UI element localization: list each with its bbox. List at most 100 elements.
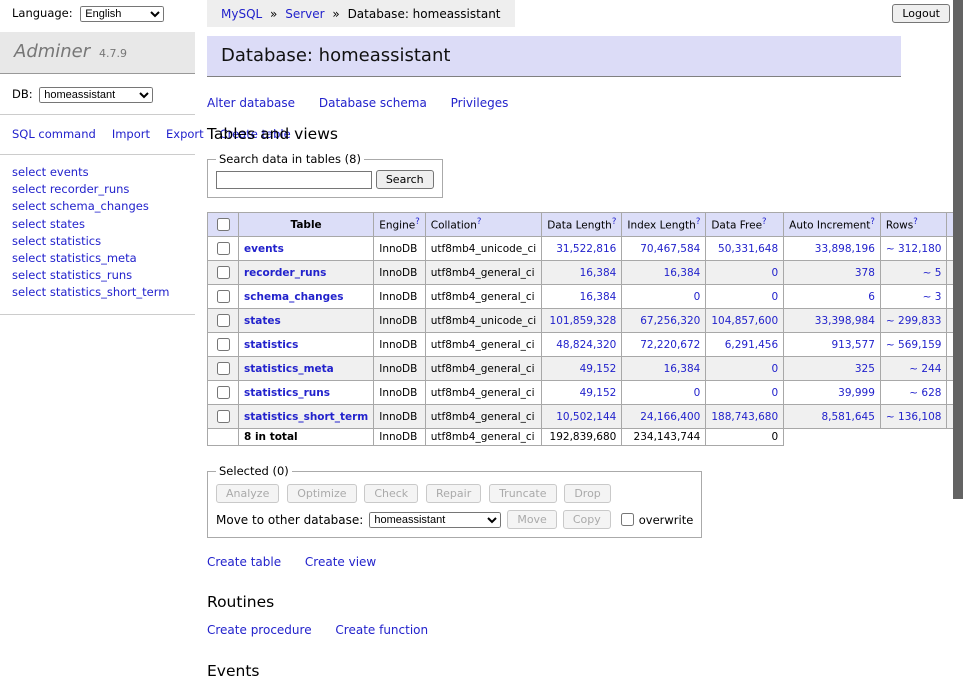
sidebar-table-link-schema_changes[interactable]: schema_changes [50, 199, 149, 213]
index-length-link[interactable]: 16,384 [664, 363, 701, 375]
row-checkbox[interactable] [217, 386, 230, 399]
scrollbar-thumb[interactable] [953, 0, 963, 499]
table-name-link[interactable]: events [244, 243, 284, 255]
auto-increment-link[interactable]: 325 [855, 363, 875, 375]
sidebar-table-link-statistics_meta[interactable]: statistics_meta [50, 251, 137, 265]
table-name-link[interactable]: statistics_short_term [244, 411, 368, 423]
db-select[interactable]: homeassistant [39, 87, 153, 103]
index-length-link[interactable]: 24,166,400 [640, 411, 700, 423]
data-free-link[interactable]: 0 [771, 387, 778, 399]
select-link[interactable]: select [12, 285, 46, 299]
rows-count-link[interactable]: ~ 136,108 [886, 411, 942, 423]
row-checkbox[interactable] [217, 338, 230, 351]
auto-increment-link[interactable]: 913,577 [832, 339, 875, 351]
rows-count-link[interactable]: ~ 3 [923, 291, 942, 303]
data-free-link[interactable]: 104,857,600 [711, 315, 778, 327]
auto-increment-link[interactable]: 8,581,645 [821, 411, 874, 423]
breadcrumb-link-server[interactable]: Server [285, 7, 324, 21]
row-checkbox[interactable] [217, 314, 230, 327]
data-length-link[interactable]: 16,384 [580, 291, 617, 303]
column-help-link[interactable]: ? [415, 217, 420, 227]
table-name-link[interactable]: recorder_runs [244, 267, 326, 279]
data-length-link[interactable]: 16,384 [580, 267, 617, 279]
select-link[interactable]: select [12, 199, 46, 213]
logout-button[interactable]: Logout [892, 4, 950, 23]
privileges-link[interactable]: Privileges [451, 96, 509, 110]
rows-count-link[interactable]: ~ 5 [923, 267, 942, 279]
index-length-link[interactable]: 67,256,320 [640, 315, 700, 327]
create-function-link[interactable]: Create function [335, 623, 428, 637]
data-free-link[interactable]: 50,331,648 [718, 243, 778, 255]
row-checkbox[interactable] [217, 290, 230, 303]
auto-increment-link[interactable]: 33,398,984 [815, 315, 875, 327]
row-checkbox[interactable] [217, 410, 230, 423]
rows-count-link[interactable]: ~ 299,833 [886, 315, 942, 327]
data-length-link[interactable]: 49,152 [580, 387, 617, 399]
database-schema-link[interactable]: Database schema [319, 96, 427, 110]
sidebar-table-link-recorder_runs[interactable]: recorder_runs [50, 182, 130, 196]
select-all-checkbox[interactable] [217, 218, 230, 231]
column-help-link[interactable]: ? [696, 217, 701, 227]
scrollbar-track[interactable] [953, 0, 966, 543]
sidebar-table-link-events[interactable]: events [50, 165, 89, 179]
select-link[interactable]: select [12, 251, 46, 265]
auto-increment-link[interactable]: 33,898,196 [815, 243, 875, 255]
data-free-link[interactable]: 188,743,680 [711, 411, 778, 423]
column-help-link[interactable]: ? [477, 217, 482, 227]
table-name-link[interactable]: states [244, 315, 281, 327]
data-length-link[interactable]: 49,152 [580, 363, 617, 375]
column-help-link[interactable]: ? [762, 217, 767, 227]
select-link[interactable]: select [12, 182, 46, 196]
adminer-logo-text[interactable]: Adminer [14, 41, 90, 62]
sidebar-table-link-statistics[interactable]: statistics [50, 234, 101, 248]
breadcrumb-link-mysql[interactable]: MySQL [221, 7, 262, 21]
data-length-link[interactable]: 10,502,144 [556, 411, 616, 423]
create-table-link[interactable]: Create table [207, 555, 281, 569]
index-length-link[interactable]: 0 [694, 387, 701, 399]
index-length-link[interactable]: 0 [694, 291, 701, 303]
column-help-link[interactable]: ? [612, 217, 617, 227]
select-link[interactable]: select [12, 217, 46, 231]
rows-count-link[interactable]: ~ 628 [909, 387, 941, 399]
auto-increment-link[interactable]: 378 [855, 267, 875, 279]
column-help-link[interactable]: ? [913, 217, 918, 227]
row-checkbox[interactable] [217, 362, 230, 375]
create-procedure-link[interactable]: Create procedure [207, 623, 312, 637]
row-checkbox[interactable] [217, 242, 230, 255]
auto-increment-link[interactable]: 6 [868, 291, 875, 303]
data-free-link[interactable]: 6,291,456 [725, 339, 778, 351]
data-length-link[interactable]: 101,859,328 [550, 315, 617, 327]
auto-increment-link[interactable]: 39,999 [838, 387, 875, 399]
search-button[interactable]: Search [376, 170, 434, 189]
sidebar-table-link-statistics_short_term[interactable]: statistics_short_term [50, 285, 170, 299]
sidebar-link-sql-command[interactable]: SQL command [12, 127, 96, 141]
data-length-link[interactable]: 31,522,816 [556, 243, 616, 255]
data-free-link[interactable]: 0 [771, 291, 778, 303]
select-link[interactable]: select [12, 165, 46, 179]
select-link[interactable]: select [12, 234, 46, 248]
sidebar-table-link-statistics_runs[interactable]: statistics_runs [50, 268, 132, 282]
table-name-link[interactable]: schema_changes [244, 291, 344, 303]
data-free-link[interactable]: 0 [771, 267, 778, 279]
row-checkbox[interactable] [217, 266, 230, 279]
table-name-link[interactable]: statistics_meta [244, 363, 334, 375]
alter-database-link[interactable]: Alter database [207, 96, 295, 110]
data-free-link[interactable]: 0 [771, 363, 778, 375]
language-select[interactable]: English [80, 6, 164, 22]
index-length-link[interactable]: 16,384 [664, 267, 701, 279]
sidebar-link-import[interactable]: Import [112, 127, 150, 141]
table-name-link[interactable]: statistics_runs [244, 387, 330, 399]
index-length-link[interactable]: 72,220,672 [640, 339, 700, 351]
move-database-select[interactable]: homeassistant [369, 512, 501, 528]
rows-count-link[interactable]: ~ 244 [909, 363, 941, 375]
overwrite-checkbox[interactable] [621, 513, 634, 526]
rows-count-link[interactable]: ~ 312,180 [886, 243, 942, 255]
rows-count-link[interactable]: ~ 569,159 [886, 339, 942, 351]
table-name-link[interactable]: statistics [244, 339, 298, 351]
index-length-link[interactable]: 70,467,584 [640, 243, 700, 255]
create-view-link[interactable]: Create view [305, 555, 376, 569]
search-input[interactable] [216, 171, 372, 189]
select-link[interactable]: select [12, 268, 46, 282]
sidebar-table-link-states[interactable]: states [50, 217, 85, 231]
data-length-link[interactable]: 48,824,320 [556, 339, 616, 351]
